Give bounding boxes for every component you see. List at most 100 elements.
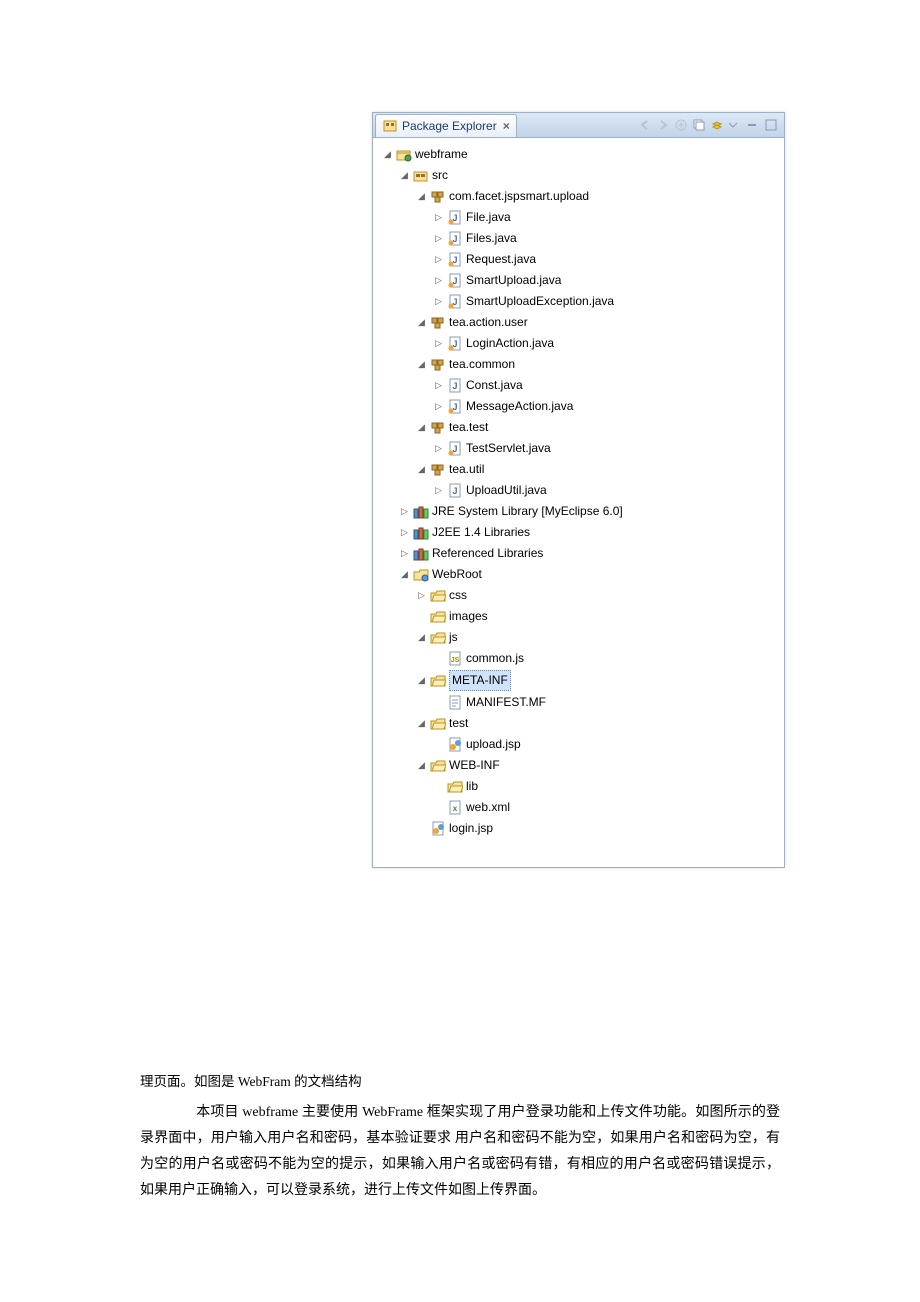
js-file-node[interactable]: ▷JScommon.js (430, 648, 780, 669)
java-file-node[interactable]: ▷JSmartUploadException.java (430, 291, 780, 312)
svg-text:J: J (452, 381, 457, 391)
close-tab-icon[interactable]: × (503, 119, 510, 133)
library-icon (413, 504, 429, 520)
folder-node[interactable]: ◢ WEB-INF (413, 755, 780, 776)
expand-toggle[interactable]: ▷ (399, 506, 410, 517)
expand-toggle[interactable]: ▷ (399, 548, 410, 559)
node-label: css (449, 586, 467, 605)
expand-toggle[interactable]: ▷ (433, 212, 444, 223)
java-file-node[interactable]: ▷JConst.java (430, 375, 780, 396)
expand-toggle[interactable]: ▷ (433, 401, 444, 412)
expand-toggle[interactable]: ◢ (416, 359, 427, 370)
collapse-all-icon[interactable] (692, 118, 706, 132)
package-node[interactable]: ◢ tea.action.user (413, 312, 780, 333)
library-icon (413, 546, 429, 562)
expand-toggle[interactable]: ◢ (416, 464, 427, 475)
forward-icon[interactable] (656, 118, 670, 132)
node-label: TestServlet.java (466, 439, 551, 458)
expand-toggle[interactable]: ◢ (416, 317, 427, 328)
java-file-icon: J (447, 378, 463, 394)
node-label: tea.util (449, 460, 484, 479)
package-node[interactable]: ◢ tea.util (413, 459, 780, 480)
link-icon[interactable] (674, 118, 688, 132)
java-file-node[interactable]: ▷JUploadUtil.java (430, 480, 780, 501)
node-label: MANIFEST.MF (466, 693, 546, 712)
folder-node[interactable]: ▷ css (413, 585, 780, 606)
package-node[interactable]: ◢tea.common (413, 354, 780, 375)
xml-file-node[interactable]: ▷xweb.xml (430, 797, 780, 818)
view-toolbar (638, 118, 784, 132)
node-label: tea.action.user (449, 313, 528, 332)
java-file-node[interactable]: ▷JFiles.java (430, 228, 780, 249)
expand-toggle[interactable]: ▷ (433, 275, 444, 286)
node-label: JRE System Library [MyEclipse 6.0] (432, 502, 623, 521)
expand-toggle[interactable]: ◢ (382, 149, 393, 160)
expand-toggle[interactable]: ▷ (433, 233, 444, 244)
expand-toggle[interactable]: ◢ (399, 569, 410, 580)
file-icon (447, 695, 463, 711)
jsp-file-node[interactable]: ▷upload.jsp (430, 734, 780, 755)
java-file-icon: J (447, 273, 463, 289)
expand-toggle[interactable]: ◢ (416, 718, 427, 729)
package-node[interactable]: ◢ com.facet.jspsmart.upload (413, 186, 780, 207)
expand-toggle[interactable]: ◢ (416, 191, 427, 202)
src-folder-node[interactable]: ◢ src (396, 165, 780, 186)
jsp-file-icon (430, 821, 446, 837)
java-file-node[interactable]: ▷JTestServlet.java (430, 438, 780, 459)
node-label: tea.test (449, 418, 488, 437)
java-file-node[interactable]: ▷JRequest.java (430, 249, 780, 270)
library-node[interactable]: ▷ JRE System Library [MyEclipse 6.0] (396, 501, 780, 522)
node-label: WebRoot (432, 565, 482, 584)
project-node[interactable]: ◢ webframe (379, 144, 780, 165)
folder-node[interactable]: ▷lib (430, 776, 780, 797)
java-file-node[interactable]: ▷JMessageAction.java (430, 396, 780, 417)
minimize-icon[interactable] (746, 118, 760, 132)
package-explorer-tab[interactable]: Package Explorer × (375, 114, 517, 137)
expand-toggle[interactable]: ▷ (433, 485, 444, 496)
node-label: J2EE 1.4 Libraries (432, 523, 530, 542)
java-file-node[interactable]: ▷JFile.java (430, 207, 780, 228)
library-node[interactable]: ▷ J2EE 1.4 Libraries (396, 522, 780, 543)
package-icon (430, 462, 446, 478)
link-editor-icon[interactable] (710, 118, 724, 132)
node-label: upload.jsp (466, 735, 521, 754)
folder-open-icon (447, 779, 463, 795)
expand-toggle[interactable]: ◢ (416, 632, 427, 643)
package-node[interactable]: ◢ tea.test (413, 417, 780, 438)
folder-node[interactable]: ◢test (413, 713, 780, 734)
webroot-folder-node[interactable]: ◢ WebRoot (396, 564, 780, 585)
file-node[interactable]: ▷MANIFEST.MF (430, 692, 780, 713)
expand-toggle[interactable]: ▷ (433, 254, 444, 265)
java-file-icon: J (447, 231, 463, 247)
expand-toggle[interactable]: ◢ (416, 422, 427, 433)
expand-toggle[interactable]: ▷ (416, 590, 427, 601)
node-label: WEB-INF (449, 756, 500, 775)
folder-node[interactable]: ▷images (413, 606, 780, 627)
maximize-icon[interactable] (764, 118, 778, 132)
expand-toggle[interactable]: ▷ (433, 380, 444, 391)
node-label: SmartUploadException.java (466, 292, 614, 311)
folder-node[interactable]: ◢js (413, 627, 780, 648)
expand-toggle[interactable]: ◢ (416, 675, 427, 686)
body-paragraph: 本项目 webframe 主要使用 WebFrame 框架实现了用户登录功能和上… (140, 1100, 780, 1204)
node-label: Request.java (466, 250, 536, 269)
folder-node[interactable]: ◢META-INF (413, 669, 780, 692)
expand-toggle[interactable]: ▷ (433, 443, 444, 454)
package-icon (430, 357, 446, 373)
expand-toggle[interactable]: ◢ (399, 170, 410, 181)
back-icon[interactable] (638, 118, 652, 132)
expand-toggle[interactable]: ◢ (416, 760, 427, 771)
java-file-node[interactable]: ▷JSmartUpload.java (430, 270, 780, 291)
java-file-icon: J (447, 252, 463, 268)
library-node[interactable]: ▷Referenced Libraries (396, 543, 780, 564)
expand-toggle[interactable]: ▷ (433, 338, 444, 349)
jsp-file-node[interactable]: ▷login.jsp (413, 818, 780, 839)
node-label: web.xml (466, 798, 510, 817)
java-file-node[interactable]: ▷JLoginAction.java (430, 333, 780, 354)
folder-open-icon (430, 716, 446, 732)
expand-toggle[interactable]: ▷ (433, 296, 444, 307)
node-label: login.jsp (449, 819, 493, 838)
folder-open-icon (430, 588, 446, 604)
expand-toggle[interactable]: ▷ (399, 527, 410, 538)
menu-dropdown-icon[interactable] (728, 118, 742, 132)
